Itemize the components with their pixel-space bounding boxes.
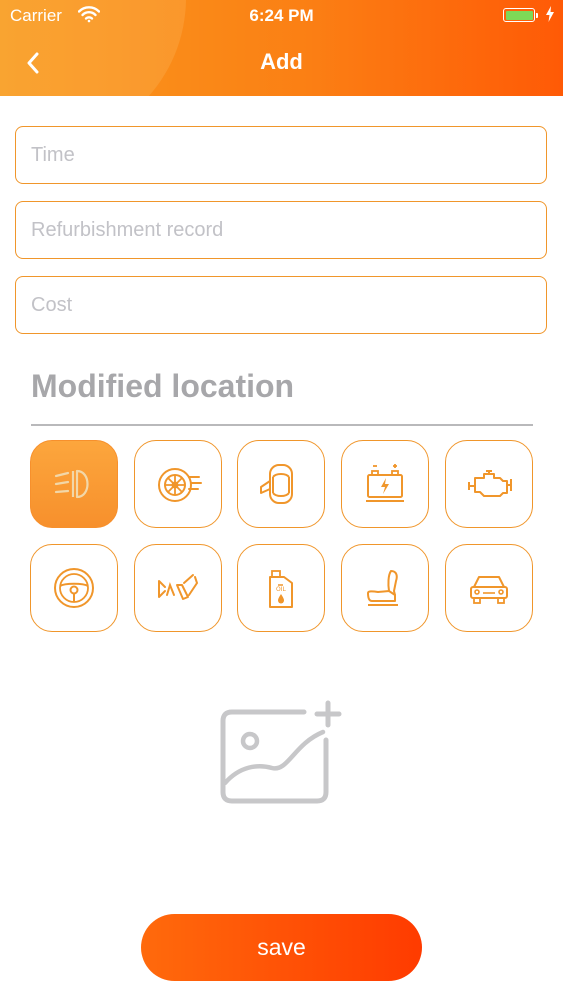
brake-pedal-icon bbox=[158, 574, 199, 600]
time-field[interactable] bbox=[15, 126, 547, 184]
location-car[interactable] bbox=[445, 544, 533, 632]
car-front-icon bbox=[470, 576, 508, 604]
oil-can-icon: OIL bbox=[269, 570, 293, 608]
location-steering[interactable] bbox=[30, 544, 118, 632]
battery-icon bbox=[503, 8, 538, 22]
location-seat[interactable] bbox=[341, 544, 429, 632]
cost-field[interactable] bbox=[15, 276, 547, 334]
location-tire[interactable] bbox=[134, 440, 222, 528]
svg-text:OIL: OIL bbox=[276, 586, 286, 593]
page-title: Add bbox=[260, 49, 303, 74]
headlight-icon bbox=[54, 469, 89, 499]
car-seat-icon bbox=[367, 570, 398, 606]
add-image-icon bbox=[220, 700, 342, 804]
location-door[interactable] bbox=[237, 440, 325, 528]
refurbishment-record-field[interactable] bbox=[15, 201, 547, 259]
location-engine[interactable] bbox=[445, 440, 533, 528]
save-button[interactable]: save bbox=[141, 914, 422, 981]
section-title: Modified location bbox=[31, 368, 295, 404]
engine-icon bbox=[468, 470, 512, 497]
location-oil[interactable]: OIL bbox=[237, 544, 325, 632]
section-divider bbox=[31, 424, 533, 426]
add-photo-button[interactable] bbox=[216, 700, 346, 810]
location-battery[interactable] bbox=[341, 440, 429, 528]
refurbishment-record-input[interactable] bbox=[16, 202, 546, 258]
charging-bolt-icon bbox=[545, 6, 555, 27]
status-bar: Carrier 6:24 PM bbox=[0, 0, 563, 32]
cost-input[interactable] bbox=[16, 277, 546, 333]
tire-icon bbox=[158, 468, 202, 502]
status-time: 6:24 PM bbox=[249, 6, 314, 25]
battery-icon bbox=[366, 464, 404, 502]
steering-wheel-icon bbox=[54, 568, 94, 608]
location-headlight[interactable] bbox=[30, 440, 118, 528]
location-brake[interactable] bbox=[134, 544, 222, 632]
time-input[interactable] bbox=[16, 127, 546, 183]
car-door-icon bbox=[260, 464, 293, 504]
header-bar: Carrier 6:24 PM Add bbox=[0, 0, 563, 96]
